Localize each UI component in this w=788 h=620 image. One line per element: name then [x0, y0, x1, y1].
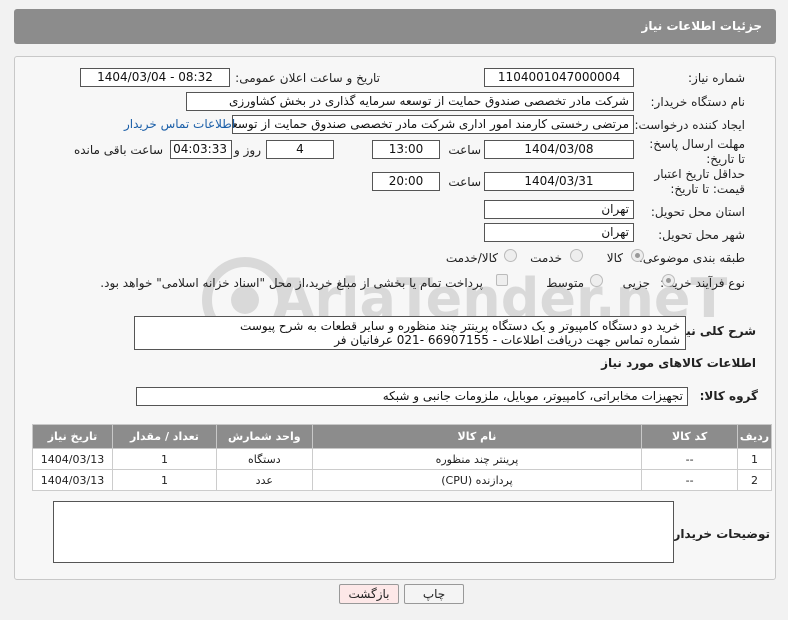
creator-label: ایجاد کننده درخواست:: [634, 118, 745, 132]
print-button[interactable]: چاپ: [404, 584, 464, 604]
remaining-label: ساعت باقی مانده: [73, 143, 163, 157]
need-number-label: شماره نیاز:: [688, 71, 745, 85]
goods-table-header: ردیف کد کالا نام کالا واحد شمارش تعداد /…: [31, 424, 772, 449]
buyer-notes-textarea: [53, 501, 674, 563]
buyer-contact-link[interactable]: اطلاعات تماس خریدار: [124, 117, 235, 131]
col-code: کد کالا: [641, 424, 739, 449]
cell-name: پرینتر چند منظوره: [311, 448, 643, 470]
page-header: جزئیات اطلاعات نیاز: [14, 9, 776, 44]
province-label: استان محل تحویل:: [650, 205, 745, 219]
description-textarea: خرید دو دستگاه کامپیوتر و یک دستگاه پرین…: [134, 316, 686, 350]
remaining-time-field: 04:03:33: [170, 140, 232, 159]
cell-row: 2: [737, 469, 772, 491]
validity-label: حداقل تاریخ اعتبار قیمت: تا تاریخ:: [654, 167, 745, 196]
city-label: شهر محل تحویل:: [658, 228, 745, 242]
col-row: ردیف: [737, 424, 772, 449]
col-unit: واحد شمارش: [215, 424, 313, 449]
need-number-field: 1104001047000004: [484, 68, 634, 87]
days-field: 4: [266, 140, 334, 159]
process-option-medium: متوسط: [546, 276, 584, 290]
col-qty: تعداد / مقدار: [112, 424, 217, 449]
cell-date: 1404/03/13: [31, 469, 114, 491]
description-line-2: شماره تماس جهت دریافت اطلاعات - 66907155…: [334, 333, 680, 347]
goods-group-field: تجهیزات مخابراتی، کامپیوتر، موبایل، ملزو…: [136, 387, 688, 406]
category-radio-goods-service[interactable]: [504, 249, 517, 262]
goods-table: ردیف کد کالا نام کالا واحد شمارش تعداد /…: [31, 424, 772, 491]
cell-date: 1404/03/13: [31, 448, 114, 470]
process-radio-medium[interactable]: [590, 274, 603, 287]
cell-qty: 1: [112, 448, 217, 470]
buyer-notes-label: توضیحات خریدار:: [668, 527, 770, 541]
payment-checkbox[interactable]: [496, 274, 508, 286]
category-label: طبقه بندی موضوعی:: [638, 251, 745, 265]
back-button[interactable]: بازگشت: [339, 584, 399, 604]
process-option-minor: جزیی: [622, 276, 650, 290]
announce-label: تاریخ و ساعت اعلان عمومی:: [235, 71, 380, 85]
buyer-label: نام دستگاه خریدار:: [650, 95, 746, 109]
deadline-time-field: 13:00: [372, 140, 440, 159]
cell-row: 1: [737, 448, 772, 470]
category-option-goods-service: کالا/خدمت: [445, 251, 498, 265]
validity-time-label: ساعت: [448, 175, 481, 189]
deadline-time-label: ساعت: [448, 143, 481, 157]
buyer-field: شرکت مادر تخصصی صندوق حمایت از توسعه سرم…: [186, 92, 634, 111]
cell-name: پردازنده (CPU): [311, 469, 643, 491]
page-title: جزئیات اطلاعات نیاز: [641, 19, 762, 33]
validity-time-field: 20:00: [372, 172, 440, 191]
category-option-service: خدمت: [530, 251, 562, 265]
cell-code: --: [641, 469, 739, 491]
cell-code: --: [641, 448, 739, 470]
cell-unit: دستگاه: [215, 448, 313, 470]
payment-note: پرداخت تمام یا بخشی از مبلغ خرید،از محل …: [100, 276, 483, 290]
table-row: 2 -- پردازنده (CPU) عدد 1 1404/03/13: [31, 469, 772, 491]
description-line-1: خرید دو دستگاه کامپیوتر و یک دستگاه پرین…: [240, 319, 680, 333]
goods-section-title: اطلاعات کالاهای مورد نیاز: [601, 356, 756, 370]
deadline-label: مهلت ارسال پاسخ: تا تاریخ:: [649, 137, 745, 166]
creator-field: مرتضی رخستی کارمند امور اداری شرکت مادر …: [232, 115, 634, 134]
category-radio-service[interactable]: [570, 249, 583, 262]
col-date: تاریخ نیاز: [31, 424, 114, 449]
col-name: نام کالا: [311, 424, 643, 449]
days-label: روز و: [234, 143, 261, 157]
category-option-goods: کالا: [606, 251, 623, 265]
goods-group-label: گروه کالا:: [699, 389, 758, 403]
validity-date-field: 1404/03/31: [484, 172, 634, 191]
process-radio-minor[interactable]: [662, 274, 675, 287]
province-field: تهران: [484, 200, 634, 219]
deadline-date-field: 1404/03/08: [484, 140, 634, 159]
category-radio-goods[interactable]: [631, 249, 644, 262]
city-field: تهران: [484, 223, 634, 242]
cell-unit: عدد: [215, 469, 313, 491]
announce-field: 1404/03/04 - 08:32: [80, 68, 230, 87]
table-row: 1 -- پرینتر چند منظوره دستگاه 1 1404/03/…: [31, 448, 772, 470]
cell-qty: 1: [112, 469, 217, 491]
